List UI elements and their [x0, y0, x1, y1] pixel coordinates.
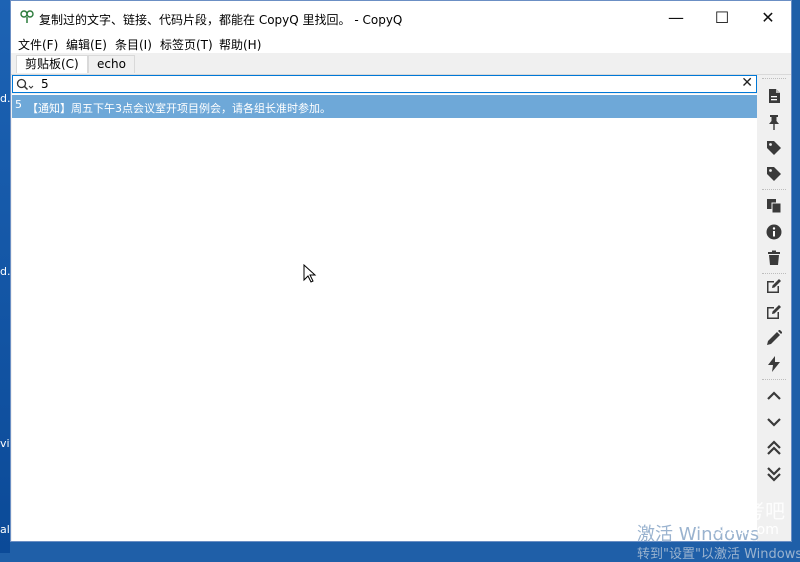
toolbar-separator: [762, 189, 786, 190]
edit-icon: [767, 305, 781, 319]
search-field[interactable]: 5 ✕: [12, 75, 757, 93]
edit-icon: [767, 279, 781, 293]
desktop-icon-label[interactable]: d...: [0, 92, 10, 105]
move-down-button[interactable]: [762, 411, 786, 433]
item-toolbar: [759, 75, 789, 541]
close-icon: ✕: [761, 7, 775, 27]
copyq-app-icon: [20, 10, 34, 23]
move-up-button[interactable]: [762, 385, 786, 407]
tag-icon: [767, 167, 781, 181]
info-icon: [766, 224, 782, 240]
title-bar[interactable]: 复制过的文字、链接、代码片段，都能在 CopyQ 里找回。 - CopyQ — …: [11, 1, 791, 33]
minimize-button[interactable]: —: [653, 1, 699, 33]
move-to-top-button[interactable]: [762, 437, 786, 459]
item-info-button[interactable]: [762, 221, 786, 243]
pin-icon: [769, 115, 779, 130]
maximize-icon: ☐: [714, 7, 730, 27]
untag-button[interactable]: [762, 163, 786, 185]
toolbar-separator: [762, 273, 786, 274]
clear-icon[interactable]: ✕: [741, 75, 753, 91]
pin-button[interactable]: [762, 111, 786, 133]
mouse-cursor-icon: [303, 264, 317, 283]
chevron-up-icon: [767, 391, 781, 400]
menu-help[interactable]: 帮助(H): [219, 36, 261, 53]
pencil-icon: [767, 330, 782, 345]
trash-icon: [768, 250, 780, 265]
copy-button[interactable]: [762, 195, 786, 217]
menu-edit[interactable]: 编辑(E): [66, 36, 107, 53]
action-button[interactable]: [762, 353, 786, 375]
chevron-down-icon: [767, 418, 781, 427]
document-icon: [769, 89, 780, 103]
menu-item[interactable]: 条目(I): [115, 36, 152, 53]
desktop-icon-label[interactable]: d...: [0, 265, 10, 278]
menu-bar: 文件(F) 编辑(E) 条目(I) 标签页(T) 帮助(H): [11, 33, 791, 53]
tab-clipboard[interactable]: 剪贴板(C): [16, 55, 88, 73]
tag-button[interactable]: [762, 137, 786, 159]
search-icon[interactable]: [16, 78, 34, 91]
bolt-icon: [768, 356, 780, 372]
show-content-button[interactable]: [762, 85, 786, 107]
search-input[interactable]: 5: [41, 77, 49, 91]
copy-icon: [767, 199, 782, 214]
item-text: 【通知】周五下午3点会议室开项目例会，请各组长准时参加。: [27, 102, 331, 115]
desktop-icon-label[interactable]: vit: [0, 437, 10, 450]
maximize-button[interactable]: ☐: [699, 1, 745, 33]
clipboard-item-list[interactable]: 5 【通知】周五下午3点会议室开项目例会，请各组长准时参加。: [12, 94, 757, 541]
menu-file[interactable]: 文件(F): [18, 36, 58, 53]
menu-tabs[interactable]: 标签页(T): [160, 36, 213, 53]
desktop-icon-label[interactable]: all: [0, 523, 10, 536]
edit-button[interactable]: [762, 275, 786, 297]
tag-icon: [767, 141, 781, 155]
double-chevron-down-icon: [767, 467, 781, 482]
double-chevron-up-icon: [767, 440, 781, 455]
move-to-bottom-button[interactable]: [762, 463, 786, 485]
edit-with-editor-button[interactable]: [762, 301, 786, 323]
item-index: 5: [15, 98, 22, 111]
minimize-icon: —: [668, 7, 684, 27]
copyq-window: 复制过的文字、链接、代码片段，都能在 CopyQ 里找回。 - CopyQ — …: [10, 0, 792, 542]
edit-notes-button[interactable]: [762, 327, 786, 349]
tab-bar: 剪贴板(C) echo: [11, 53, 791, 75]
domain-watermark: isres.com: [712, 522, 779, 538]
list-item[interactable]: 5 【通知】周五下午3点会议室开项目例会，请各组长准时参加。: [12, 95, 757, 118]
delete-button[interactable]: [762, 247, 786, 269]
toolbar-separator: [762, 78, 786, 79]
close-button[interactable]: ✕: [745, 1, 791, 33]
site-watermark: 爱思考吧: [705, 499, 785, 523]
toolbar-separator: [762, 379, 786, 380]
window-title: 复制过的文字、链接、代码片段，都能在 CopyQ 里找回。 - CopyQ: [39, 13, 403, 27]
tab-echo[interactable]: echo: [88, 55, 135, 73]
